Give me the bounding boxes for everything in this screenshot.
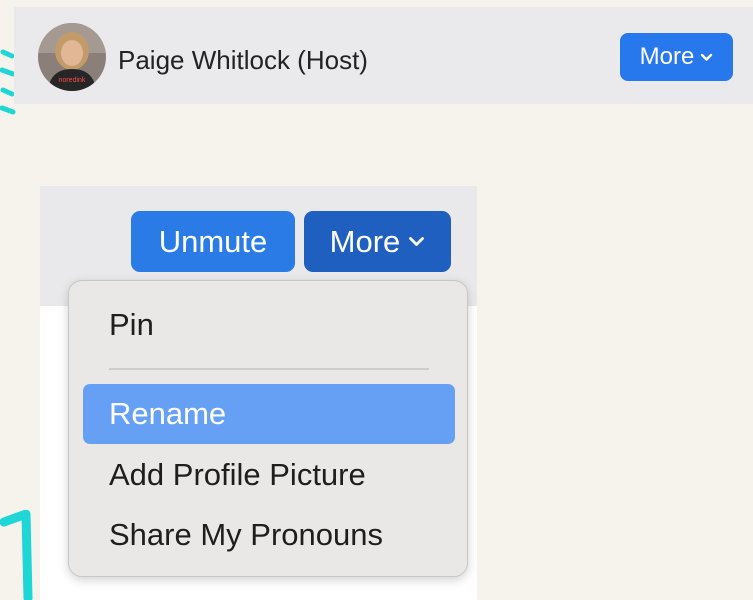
menu-item-share-pronouns[interactable]: Share My Pronouns: [83, 505, 455, 565]
participant-row: noredink Paige Whitlock (Host) More: [14, 7, 753, 104]
more-button[interactable]: More: [304, 211, 451, 272]
participant-more-button[interactable]: More: [620, 33, 733, 81]
participant-name: Paige Whitlock (Host): [118, 45, 368, 75]
avatar-image: noredink: [38, 23, 106, 91]
chevron-down-icon: [409, 237, 425, 246]
more-dropdown-menu: Pin Rename Add Profile Picture Share My …: [68, 280, 468, 577]
marker-doodle-bottom: [0, 510, 33, 600]
avatar: noredink: [38, 23, 106, 91]
more-button-label: More: [329, 223, 401, 259]
menu-item-add-profile-picture[interactable]: Add Profile Picture: [83, 445, 455, 505]
menu-separator: [109, 368, 429, 370]
unmute-button[interactable]: Unmute: [131, 211, 295, 272]
chevron-down-icon: [701, 53, 713, 61]
menu-item-pin[interactable]: Pin: [83, 295, 455, 355]
avatar-shirt-text: noredink: [59, 77, 86, 84]
more-button-label: More: [639, 43, 695, 70]
menu-item-rename[interactable]: Rename: [83, 384, 455, 444]
